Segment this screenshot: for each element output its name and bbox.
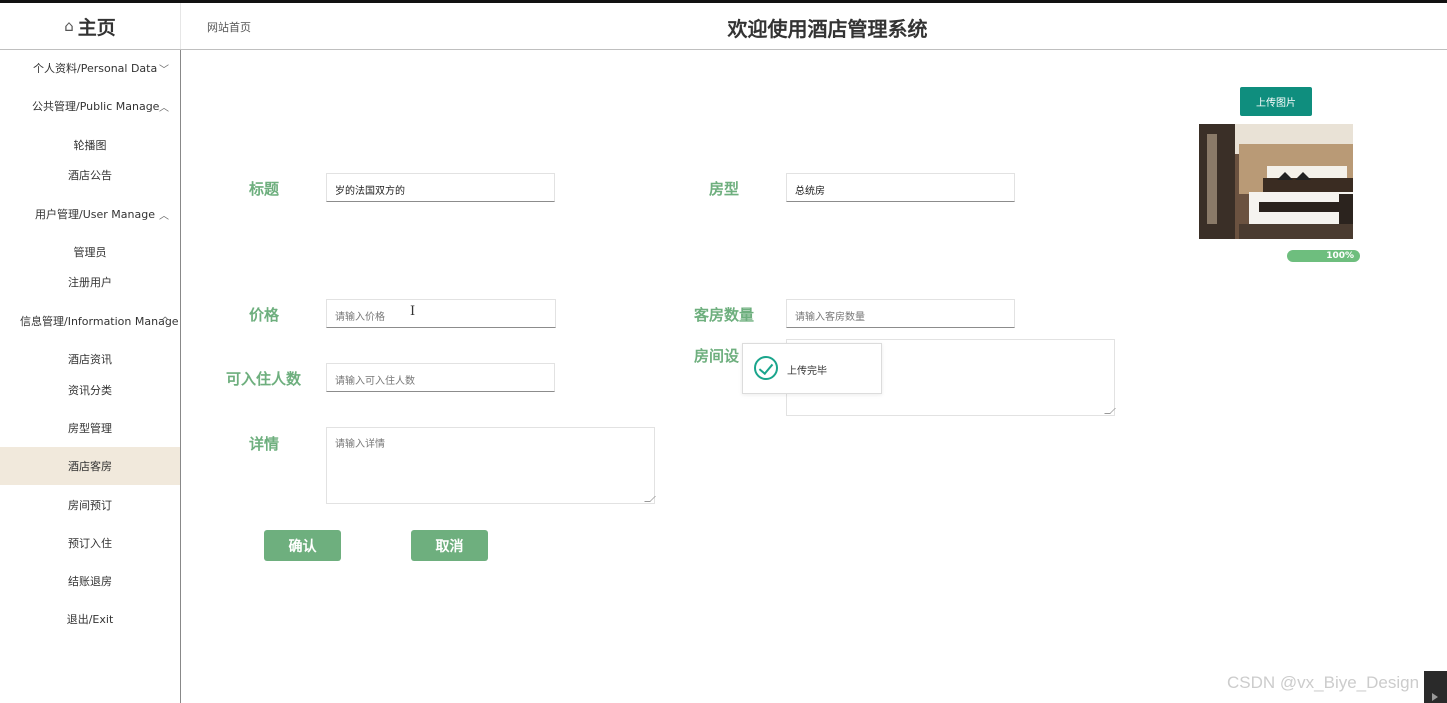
resize-handle-icon[interactable] [644, 496, 656, 502]
upload-progress-text: 100% [1326, 251, 1354, 261]
check-circle-icon [754, 356, 778, 380]
capacity-input[interactable]: 请输入可入住人数 [326, 363, 555, 392]
sidebar-item-hotel-notice[interactable]: 酒店公告 [0, 156, 180, 194]
toast-message: 上传完毕 [787, 366, 827, 377]
sidebar-item-exit[interactable]: 退出/Exit [0, 600, 180, 638]
top-header: ⌂ 主页 网站首页 欢迎使用酒店管理系统 [0, 3, 1447, 50]
room-count-input[interactable]: 请输入客房数量 [786, 299, 1015, 328]
sidebar-item-registered-users[interactable]: 注册用户 [0, 263, 180, 301]
play-icon [1424, 671, 1447, 703]
breadcrumb-home[interactable]: 网站首页 [207, 19, 251, 35]
upload-progress-bar: 100% [1287, 250, 1360, 262]
sidebar-item-checkout[interactable]: 结账退房 [0, 562, 180, 600]
upload-image-button[interactable]: 上传图片 [1240, 87, 1312, 116]
menu-group-user-manage[interactable]: 用户管理/User Manage ︿ [0, 202, 180, 226]
menu-group-label: 公共管理/Public Manage [32, 100, 160, 113]
menu-group-information-manage[interactable]: 信息管理/Information Manage ^ [0, 309, 180, 333]
text-cursor-icon: I [410, 304, 416, 319]
chevron-up-icon: ︿ [159, 102, 169, 114]
price-label: 价格 [249, 306, 280, 324]
facilities-label: 房间设 [694, 347, 740, 365]
logo-text: 主页 [77, 16, 116, 39]
menu-group-label: 用户管理/User Manage [35, 208, 155, 221]
sidebar-item-room-booking[interactable]: 房间预订 [0, 486, 180, 524]
sidebar-item-hotel-rooms[interactable]: 酒店客房 [0, 447, 180, 485]
menu-group-public-manage[interactable]: 公共管理/Public Manage ︿ [0, 94, 180, 118]
room-type-label: 房型 [709, 180, 740, 198]
chevron-up-icon: ︿ [159, 210, 169, 222]
upload-complete-toast: 上传完毕 [742, 343, 882, 394]
home-logo[interactable]: ⌂ 主页 [0, 3, 181, 49]
cancel-button[interactable]: 取消 [411, 530, 488, 561]
menu-group-label: 个人资料/Personal Data [33, 62, 158, 75]
room-count-label: 客房数量 [694, 306, 755, 324]
resize-handle-icon[interactable] [1104, 408, 1116, 414]
hotel-room-photo [1199, 124, 1353, 239]
sidebar-item-room-type[interactable]: 房型管理 [0, 409, 180, 447]
capacity-label: 可入住人数 [226, 370, 302, 388]
confirm-button[interactable]: 确认 [264, 530, 341, 561]
sidebar-item-check-in[interactable]: 预订入住 [0, 524, 180, 562]
title-label: 标题 [249, 180, 280, 198]
price-input[interactable]: 请输入价格 [326, 299, 556, 328]
chevron-down-icon: ﹀ [159, 64, 169, 76]
menu-group-label: 信息管理/Information Manage [20, 315, 179, 328]
details-textarea[interactable]: 请输入详情 [326, 427, 656, 504]
chevron-up-icon: ^ [161, 315, 170, 327]
home-icon: ⌂ [64, 17, 74, 35]
watermark: CSDN @vx_Biye_Design [1227, 673, 1420, 692]
room-image-preview [1199, 124, 1353, 239]
details-label: 详情 [249, 435, 280, 453]
menu-group-personal-data[interactable]: 个人资料/Personal Data ﹀ [0, 56, 180, 80]
room-type-input[interactable]: 总统房 [786, 173, 1015, 202]
sidebar-menu: 个人资料/Personal Data ﹀ 公共管理/Public Manage … [0, 50, 181, 703]
details-placeholder: 请输入详情 [335, 439, 385, 450]
page-title: 欢迎使用酒店管理系统 [727, 17, 928, 41]
title-input[interactable]: 岁的法国双方的 [326, 173, 555, 202]
sidebar-item-news-category[interactable]: 资讯分类 [0, 371, 180, 409]
